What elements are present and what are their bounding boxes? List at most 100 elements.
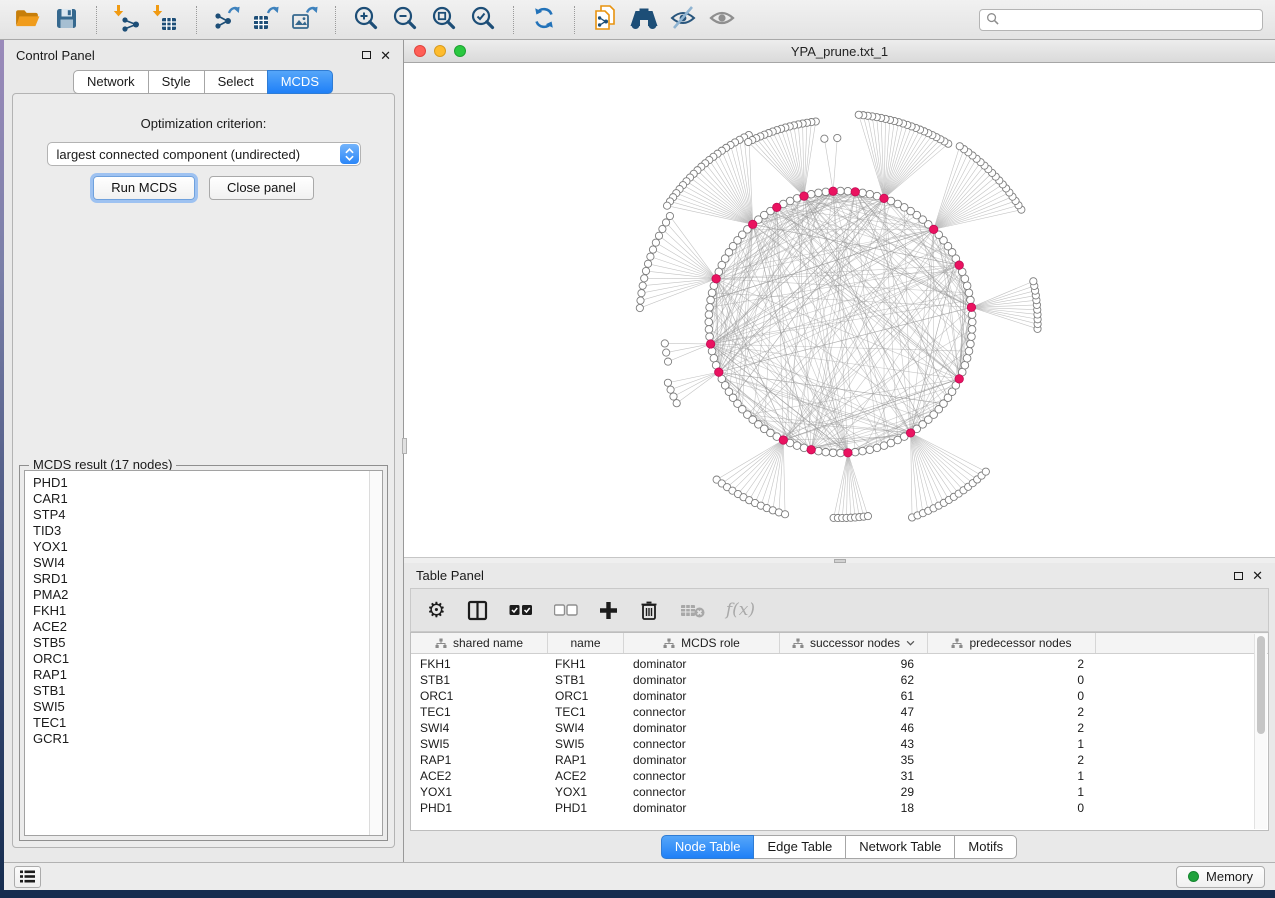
tab-network-table[interactable]: Network Table <box>845 835 955 859</box>
table-settings-button[interactable]: ⚙ <box>427 600 446 621</box>
table-cell: RAP1 <box>548 753 624 767</box>
float-panel-icon[interactable] <box>362 51 371 59</box>
table-row[interactable]: STB1STB1dominator620 <box>411 672 1268 688</box>
result-scrollbar[interactable] <box>369 471 382 835</box>
list-item[interactable]: SWI5 <box>33 699 374 715</box>
list-item[interactable]: SWI4 <box>33 555 374 571</box>
run-mcds-button[interactable]: Run MCDS <box>93 176 195 200</box>
copy-network-button[interactable] <box>590 5 620 35</box>
close-table-panel-icon[interactable]: ✕ <box>1252 569 1263 582</box>
control-panel-title: Control Panel <box>16 48 95 63</box>
tab-network[interactable]: Network <box>73 70 149 94</box>
column-header-predecessor-nodes[interactable]: predecessor nodes <box>928 633 1096 653</box>
zoom-fit-icon <box>430 4 458 35</box>
tab-motifs[interactable]: Motifs <box>954 835 1017 859</box>
network-window-titlebar[interactable]: YPA_prune.txt_1 <box>404 40 1275 63</box>
zoom-out-button[interactable] <box>390 5 420 35</box>
search-field[interactable] <box>979 9 1263 31</box>
search-network-button[interactable] <box>629 5 659 35</box>
list-item[interactable]: FKH1 <box>33 603 374 619</box>
refresh-button[interactable] <box>529 5 559 35</box>
table-scrollbar[interactable] <box>1254 634 1267 829</box>
export-table-icon <box>252 4 280 35</box>
zoom-selected-button[interactable] <box>468 5 498 35</box>
zoom-fit-button[interactable] <box>429 5 459 35</box>
minimize-window-icon[interactable] <box>434 45 446 57</box>
hide-selected-button[interactable] <box>668 5 698 35</box>
list-item[interactable]: CAR1 <box>33 491 374 507</box>
mcds-result-list[interactable]: PHD1CAR1STP4TID3YOX1SWI4SRD1PMA2FKH1ACE2… <box>24 470 383 836</box>
column-header-shared-name[interactable]: shared name <box>411 633 548 653</box>
table-row[interactable]: SWI5SWI5connector431 <box>411 736 1268 752</box>
tab-mcds[interactable]: MCDS <box>267 70 333 94</box>
maximize-window-icon[interactable] <box>454 45 466 57</box>
close-window-icon[interactable] <box>414 45 426 57</box>
show-all-button[interactable] <box>707 5 737 35</box>
tab-node-table[interactable]: Node Table <box>661 835 755 859</box>
select-all-button[interactable] <box>509 604 533 616</box>
search-input[interactable] <box>1003 13 1256 27</box>
export-network-button[interactable] <box>212 5 242 35</box>
add-row-button[interactable] <box>599 601 618 620</box>
column-visibility-button[interactable] <box>467 600 488 621</box>
list-item[interactable]: RAP1 <box>33 667 374 683</box>
list-item[interactable]: TID3 <box>33 523 374 539</box>
open-file-button[interactable] <box>12 5 42 35</box>
list-item[interactable]: YOX1 <box>33 539 374 555</box>
network-canvas[interactable] <box>404 63 1275 557</box>
table-row[interactable]: PHD1PHD1dominator180 <box>411 800 1268 816</box>
list-item[interactable]: PMA2 <box>33 587 374 603</box>
table-row[interactable]: ACE2ACE2connector311 <box>411 768 1268 784</box>
export-table-button[interactable] <box>251 5 281 35</box>
table-cell: ORC1 <box>411 689 548 703</box>
import-network-button[interactable] <box>112 5 142 35</box>
list-item[interactable]: SRD1 <box>33 571 374 587</box>
network-view[interactable] <box>404 63 1275 557</box>
zoom-in-button[interactable] <box>351 5 381 35</box>
divider-handle[interactable] <box>834 559 846 563</box>
function-builder-button[interactable]: f(x) <box>726 600 755 620</box>
task-history-button[interactable] <box>14 866 41 888</box>
list-item[interactable]: GCR1 <box>33 731 374 747</box>
list-item[interactable]: STP4 <box>33 507 374 523</box>
sort-chevron-icon <box>906 640 915 646</box>
list-item[interactable]: ORC1 <box>33 651 374 667</box>
list-item[interactable]: PHD1 <box>33 475 374 491</box>
table-row[interactable]: FKH1FKH1dominator962 <box>411 656 1268 672</box>
tab-edge-table[interactable]: Edge Table <box>753 835 846 859</box>
table-cell: STB1 <box>411 673 548 687</box>
delete-table-button[interactable] <box>680 603 705 618</box>
column-header-successor-nodes[interactable]: successor nodes <box>780 633 928 653</box>
list-item[interactable]: ACE2 <box>33 619 374 635</box>
table-cell: 1 <box>928 769 1096 783</box>
list-item[interactable]: TEC1 <box>33 715 374 731</box>
float-table-panel-icon[interactable] <box>1234 572 1243 580</box>
column-header-name[interactable]: name <box>548 633 624 653</box>
close-panel-button[interactable]: Close panel <box>209 176 314 200</box>
deselect-all-button[interactable] <box>554 604 578 616</box>
table-row[interactable]: SWI4SWI4dominator462 <box>411 720 1268 736</box>
tab-style[interactable]: Style <box>148 70 205 94</box>
table-cell: 96 <box>780 657 928 671</box>
delete-row-button[interactable] <box>639 599 659 621</box>
delete-table-icon <box>680 603 705 618</box>
split-divider-handle[interactable] <box>402 438 407 454</box>
tab-select[interactable]: Select <box>204 70 268 94</box>
list-item[interactable]: STB5 <box>33 635 374 651</box>
export-image-button[interactable] <box>290 5 320 35</box>
close-panel-icon[interactable]: ✕ <box>380 49 391 62</box>
column-header-mcds-role[interactable]: MCDS role <box>624 633 780 653</box>
table-row[interactable]: YOX1YOX1connector291 <box>411 784 1268 800</box>
memory-button[interactable]: Memory <box>1176 866 1265 888</box>
eye-icon <box>707 3 737 36</box>
criterion-dropdown[interactable]: largest connected component (undirected) <box>47 142 361 166</box>
horizontal-divider[interactable] <box>404 557 1275 563</box>
scrollbar-thumb[interactable] <box>1257 636 1265 734</box>
table-cell: dominator <box>624 689 780 703</box>
list-item[interactable]: STB1 <box>33 683 374 699</box>
table-row[interactable]: ORC1ORC1dominator610 <box>411 688 1268 704</box>
table-row[interactable]: RAP1RAP1dominator352 <box>411 752 1268 768</box>
import-table-button[interactable] <box>151 5 181 35</box>
save-session-button[interactable] <box>51 5 81 35</box>
table-row[interactable]: TEC1TEC1connector472 <box>411 704 1268 720</box>
